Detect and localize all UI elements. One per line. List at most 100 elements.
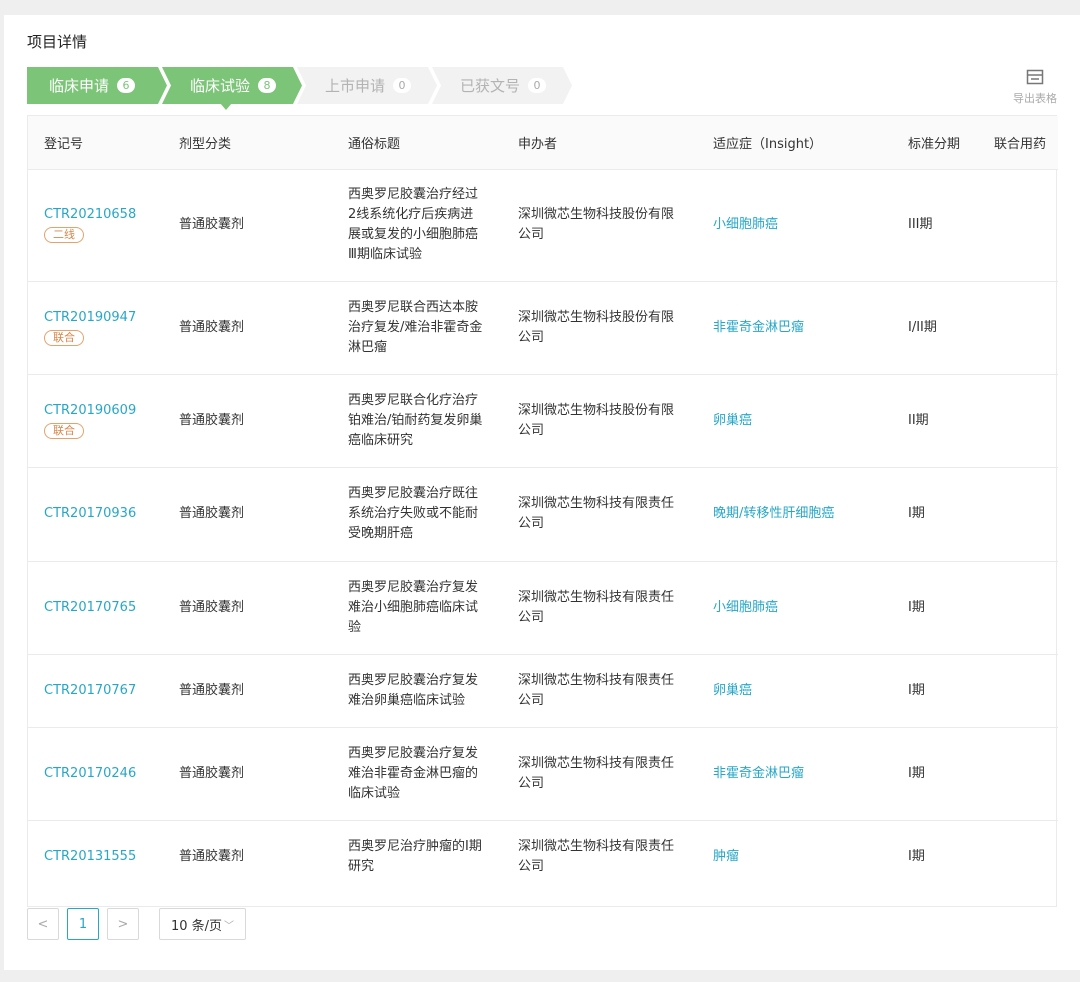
trial-title-cell: 西奥罗尼胶囊治疗经过2线系统化疗后疾病进展或复发的小细胞肺癌Ⅲ期临床试验 <box>332 169 502 282</box>
project-detail-panel: 项目详情 临床申请 6 临床试验 8 上市申请 0 已获文号 0 导出表格 登记号 剂型分类 通俗… <box>4 15 1080 970</box>
page-size-label: 10 条/页 <box>170 918 223 934</box>
step-tab-1[interactable]: 临床申请 6 <box>27 67 172 104</box>
sponsor-cell: 深圳微芯生物科技股份有限公司 <box>502 169 697 282</box>
registration-id-link[interactable]: CTR20170767 <box>44 681 163 701</box>
sponsor-cell: 深圳微芯生物科技股份有限公司 <box>502 374 697 468</box>
dosage-form-cell: 普通胶囊剂 <box>163 169 332 282</box>
registration-cell: CTR20190609 联合 <box>28 374 163 468</box>
indication-link[interactable]: 小细胞肺癌 <box>713 217 778 232</box>
combination-drug-cell <box>978 820 1058 893</box>
column-header: 标准分期 <box>892 116 978 170</box>
next-page-button[interactable]: > <box>107 908 139 940</box>
table-row: CTR20170765 普通胶囊剂 西奥罗尼胶囊治疗复发难治小细胞肺癌临床试验 深圳微… <box>28 561 1058 655</box>
column-header: 通俗标题 <box>332 116 502 170</box>
indication-link-cell: 肿瘤 <box>697 820 892 893</box>
sponsor-cell: 深圳微芯生物科技有限责任公司 <box>502 820 697 893</box>
sponsor-cell: 深圳微芯生物科技有限责任公司 <box>502 561 697 655</box>
registration-id-link[interactable]: CTR20210658 <box>44 205 163 225</box>
step-label: 临床试验 <box>189 77 250 95</box>
indication-link-cell: 小细胞肺癌 <box>697 561 892 655</box>
registration-cell: CTR20210658 二线 <box>28 169 163 282</box>
export-table-icon <box>1026 69 1044 85</box>
registration-cell: CTR20170767 <box>28 654 163 728</box>
step-count-badge: 0 <box>393 78 411 93</box>
trial-title-cell: 西奥罗尼胶囊治疗既往系统治疗失败或不能耐受晚期肝癌 <box>332 467 502 562</box>
sponsor: 深圳微芯生物科技有限责任公司 <box>518 496 675 531</box>
registration-cell: CTR20190947 联合 <box>28 281 163 375</box>
registration-id-link[interactable]: CTR20190947 <box>44 308 163 328</box>
dosage-form: 普通胶囊剂 <box>179 319 245 335</box>
registration-id-link[interactable]: CTR20190609 <box>44 401 163 421</box>
phase-cell: I期 <box>892 654 978 728</box>
indication-link[interactable]: 小细胞肺癌 <box>713 600 778 615</box>
indication-link-cell: 非霍奇金淋巴瘤 <box>697 281 892 375</box>
combination-drug-cell <box>978 374 1058 468</box>
step-count-badge: 6 <box>117 78 135 93</box>
page-size-select[interactable]: 10 条/页 ﹀ <box>159 908 246 940</box>
indication-link[interactable]: 肿瘤 <box>713 849 739 864</box>
sponsor: 深圳微芯生物科技有限责任公司 <box>518 838 675 874</box>
trial-title-cell: 西奥罗尼胶囊治疗复发难治小细胞肺癌临床试验 <box>332 561 502 655</box>
registration-id-link[interactable]: CTR20170936 <box>44 504 163 524</box>
chevron-down-icon: ﹀ <box>224 920 235 932</box>
export-table-button[interactable]: 导出表格 <box>1008 69 1062 106</box>
phase: II期 <box>908 412 929 428</box>
trial-title: 西奥罗尼胶囊治疗复发难治卵巢癌临床试验 <box>348 672 479 708</box>
page-1-button[interactable]: 1 <box>67 908 99 940</box>
step-count-badge: 0 <box>528 78 546 93</box>
trial-tag-badge: 联合 <box>44 329 84 346</box>
sponsor: 深圳微芯生物科技有限责任公司 <box>518 755 675 791</box>
dosage-form-cell: 普通胶囊剂 <box>163 281 332 375</box>
trial-title: 西奥罗尼胶囊治疗经过2线系统化疗后疾病进展或复发的小细胞肺癌Ⅲ期临床试验 <box>348 187 479 262</box>
registration-id-link[interactable]: CTR20131555 <box>44 847 163 867</box>
trial-title: 西奥罗尼联合化疗治疗铂难治/铂耐药复发卵巢癌临床研究 <box>348 392 483 448</box>
registration-id-link[interactable]: CTR20170246 <box>44 764 163 784</box>
phase: I期 <box>908 765 925 781</box>
sponsor: 深圳微芯生物科技股份有限公司 <box>518 207 675 242</box>
registration-cell: CTR20170765 <box>28 561 163 655</box>
phase: III期 <box>908 217 933 232</box>
trial-title: 西奥罗尼胶囊治疗既往系统治疗失败或不能耐受晚期肝癌 <box>348 486 479 541</box>
phase-cell: I期 <box>892 820 978 893</box>
trial-title-cell: 西奥罗尼胶囊治疗复发难治非霍奇金淋巴瘤的临床试验 <box>332 727 502 821</box>
step-tab-4[interactable]: 已获文号 0 <box>432 67 577 104</box>
phase: I期 <box>908 848 925 864</box>
combination-drug-cell <box>978 727 1058 821</box>
dosage-form-cell: 普通胶囊剂 <box>163 727 332 821</box>
sponsor: 深圳微芯生物科技有限责任公司 <box>518 672 675 708</box>
phase-cell: III期 <box>892 169 978 282</box>
indication-link[interactable]: 卵巢癌 <box>713 413 752 428</box>
trial-title: 西奥罗尼胶囊治疗复发难治小细胞肺癌临床试验 <box>348 579 479 635</box>
sponsor: 深圳微芯生物科技有限责任公司 <box>518 589 675 625</box>
indication-link[interactable]: 晚期/转移性肝细胞癌 <box>713 506 834 521</box>
step-count-badge: 8 <box>258 78 276 93</box>
indication-link-cell: 非霍奇金淋巴瘤 <box>697 727 892 821</box>
phase: I期 <box>908 599 925 615</box>
trials-table: 登记号 剂型分类 通俗标题 申办者 适应症（Insight） 标准分期 联合用药 CTR20… <box>27 115 1058 907</box>
step-tab-3[interactable]: 上市申请 0 <box>297 67 442 104</box>
phase-cell: II期 <box>892 374 978 468</box>
step-label: 临床申请 <box>48 77 109 95</box>
column-header: 剂型分类 <box>163 116 332 170</box>
combination-drug-cell <box>978 654 1058 728</box>
prev-page-button[interactable]: < <box>27 908 59 940</box>
dosage-form-cell: 普通胶囊剂 <box>163 374 332 468</box>
indication-link[interactable]: 卵巢癌 <box>713 683 752 698</box>
stage-steps: 临床申请 6 临床试验 8 上市申请 0 已获文号 0 <box>27 67 587 104</box>
column-header: 登记号 <box>28 116 163 170</box>
registration-cell: CTR20131555 <box>28 820 163 893</box>
page-title: 项目详情 <box>27 33 88 51</box>
registration-id-link[interactable]: CTR20170765 <box>44 598 163 618</box>
phase-cell: I期 <box>892 561 978 655</box>
table-row: CTR20170767 普通胶囊剂 西奥罗尼胶囊治疗复发难治卵巢癌临床试验 深圳微芯生… <box>28 654 1058 728</box>
column-header: 申办者 <box>502 116 697 170</box>
trial-title: 西奥罗尼联合西达本胺治疗复发/难治非霍奇金淋巴瘤 <box>348 299 483 355</box>
combination-drug-cell <box>978 467 1058 562</box>
indication-link-cell: 卵巢癌 <box>697 654 892 728</box>
dosage-form-cell: 普通胶囊剂 <box>163 561 332 655</box>
dosage-form: 普通胶囊剂 <box>179 412 245 428</box>
step-label: 上市申请 <box>324 77 385 95</box>
indication-link[interactable]: 非霍奇金淋巴瘤 <box>713 766 804 781</box>
step-tab-2[interactable]: 临床试验 8 <box>162 67 307 104</box>
indication-link[interactable]: 非霍奇金淋巴瘤 <box>713 320 804 335</box>
